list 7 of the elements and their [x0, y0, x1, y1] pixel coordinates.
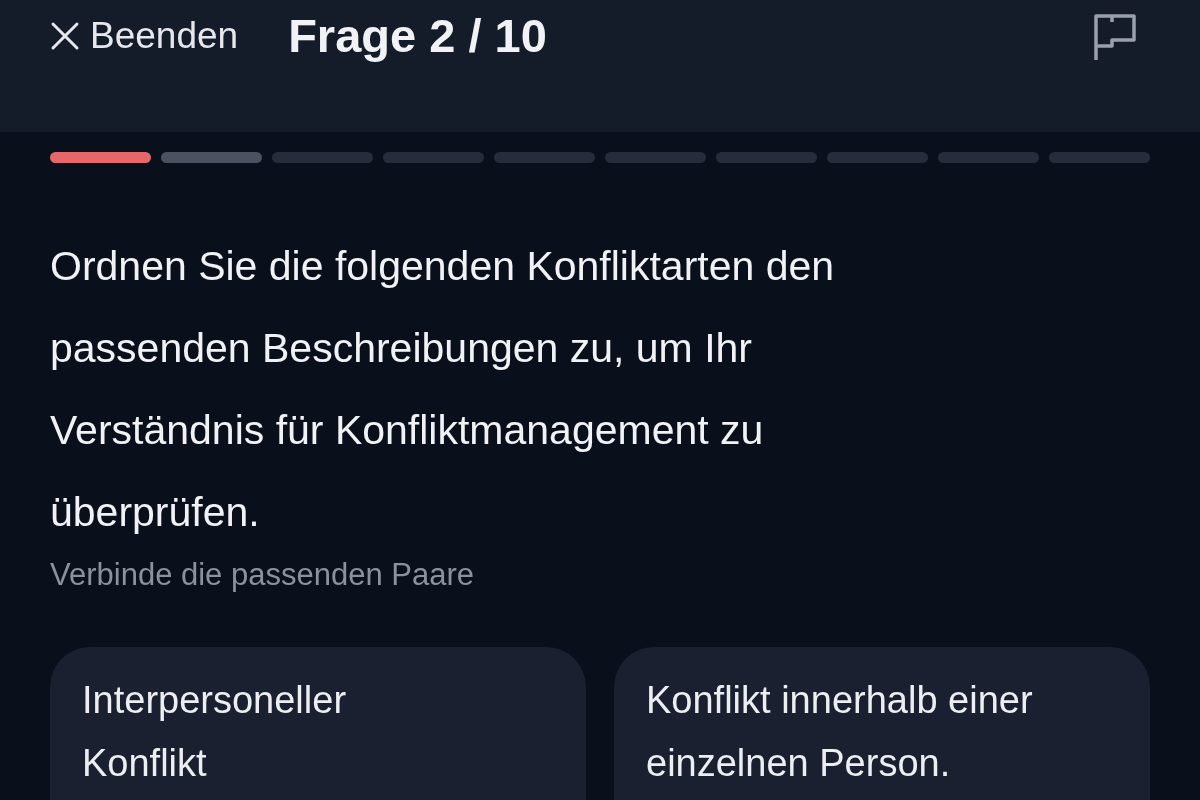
- question-text: Ordnen Sie die folgenden Konfliktarten den passenden Beschreibungen zu, um Ihr Verständnis für Konfliktmanagement zu überprüfen.: [50, 242, 836, 537]
- match-card[interactable]: Interpersoneller Konflikt: [50, 647, 586, 800]
- close-button[interactable]: Beenden: [50, 11, 239, 61]
- match-card[interactable]: Konflikt innerhalb einer einzelnen Person.: [614, 647, 1150, 800]
- question-counter: Frage 2 / 10: [288, 10, 547, 62]
- hint-text: Verbinde die passenden Paare: [50, 556, 475, 594]
- close-icon: [50, 21, 80, 51]
